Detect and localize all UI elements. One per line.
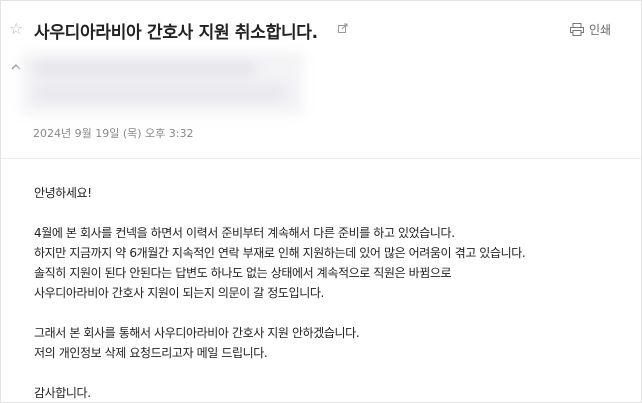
body-line: 하지만 지금까지 약 6개월간 지속적인 연락 부재로 인해 지원하는데 있어 … xyxy=(34,246,526,260)
closing: 감사합니다. xyxy=(34,386,91,400)
star-icon[interactable]: ☆ xyxy=(9,20,23,38)
external-link-icon[interactable] xyxy=(338,23,348,33)
header-divider xyxy=(1,158,641,159)
mail-body: 안녕하세요! 4월에 본 회사를 컨넥을 하면서 이력서 준비부터 계속해서 다… xyxy=(34,183,624,402)
body-line: 4월에 본 회사를 컨넥을 하면서 이력서 준비부터 계속해서 다른 준비를 하… xyxy=(34,226,455,240)
mail-date: 2024년 9월 19일 (목) 오후 3:32 xyxy=(33,127,194,140)
mail-view: ☆ 사우디아라비아 간호사 지원 취소합니다. 인쇄 2024년 9월 19일 … xyxy=(0,0,642,403)
mail-header: ☆ 사우디아라비아 간호사 지원 취소합니다. 인쇄 2024년 9월 19일 … xyxy=(1,1,641,161)
body-line: 그래서 본 회사를 통해서 사우디아라비아 간호사 지원 안하겠습니다. xyxy=(34,326,360,340)
print-label: 인쇄 xyxy=(589,23,612,37)
sender-info-redacted xyxy=(21,52,303,114)
body-line: 저의 개인정보 삭제 요청드리고자 메일 드립니다. xyxy=(34,346,268,360)
mail-subject: 사우디아라비아 간호사 지원 취소합니다. xyxy=(34,23,318,43)
printer-icon xyxy=(570,23,584,36)
body-line: 사우디아라비아 간호사 지원이 되는지 의문이 갈 정도입니다. xyxy=(34,286,324,300)
greeting: 안녕하세요! xyxy=(34,186,92,200)
body-line: 솔직히 지원이 된다 안된다는 답변도 하나도 없는 상태에서 계속적으로 직원… xyxy=(34,266,452,280)
print-button[interactable]: 인쇄 xyxy=(570,21,611,38)
